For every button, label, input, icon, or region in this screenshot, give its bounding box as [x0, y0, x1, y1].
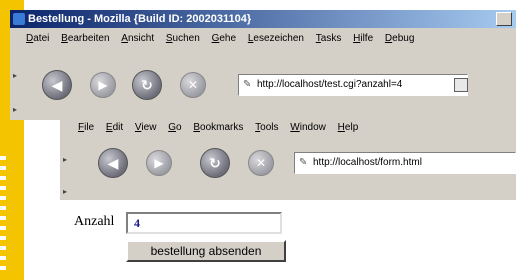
menu-bearbeiten[interactable]: Bearbeiten	[61, 33, 109, 44]
accent-dash	[0, 166, 6, 170]
menu-help[interactable]: Help	[338, 122, 359, 133]
menu-edit[interactable]: Edit	[106, 122, 123, 133]
inner-navigation-toolbar: ▸ ◀ ▶ ↻ ✕ ✎ http://localhost/form.html	[60, 138, 516, 190]
inner-toolbar-grip-icon[interactable]: ▸	[60, 154, 70, 166]
menu-bookmarks[interactable]: Bookmarks	[193, 122, 243, 133]
anzahl-input[interactable]: 4	[126, 212, 282, 234]
accent-dash	[0, 176, 6, 180]
menu-datei[interactable]: Datei	[26, 33, 49, 44]
menu-tasks[interactable]: Tasks	[316, 33, 342, 44]
accent-dash	[0, 226, 6, 230]
outer-navigation-toolbar: ▸ ◀ ▶ ↻ ✕ ✎ http://localhost/test.cgi?an…	[10, 52, 516, 112]
menu-suchen[interactable]: Suchen	[166, 33, 200, 44]
accent-dash	[0, 246, 6, 250]
inner-browser-window: File Edit View Go Bookmarks Tools Window…	[60, 120, 516, 272]
outer-url-text: http://localhost/test.cgi?anzahl=4	[257, 79, 403, 90]
menu-gehe[interactable]: Gehe	[212, 33, 236, 44]
accent-dash	[0, 186, 6, 190]
page-content: Anzahl 4 bestellung absenden	[60, 200, 516, 272]
accent-dash	[0, 196, 6, 200]
menu-file[interactable]: File	[78, 122, 94, 133]
outer-menubar: Datei Bearbeiten Ansicht Suchen Gehe Les…	[26, 33, 516, 51]
submit-order-button[interactable]: bestellung absenden	[126, 240, 286, 262]
menu-debug[interactable]: Debug	[385, 33, 414, 44]
inner-url-text: http://localhost/form.html	[313, 157, 422, 168]
inner-sidebar-grip-icon[interactable]: ▸	[60, 186, 70, 198]
back-button[interactable]: ◀	[42, 70, 72, 100]
stop-button[interactable]: ✕	[180, 72, 206, 98]
outer-browser-window: Bestellung - Mozilla {Build ID: 20020311…	[10, 10, 516, 120]
outer-sidebar-grip-icon[interactable]: ▸	[10, 104, 20, 116]
reload-button[interactable]: ↻	[132, 70, 162, 100]
outer-titlebar: Bestellung - Mozilla {Build ID: 20020311…	[10, 10, 516, 28]
toolbar-grip-icon[interactable]: ▸	[10, 70, 20, 82]
inner-stop-button[interactable]: ✕	[248, 150, 274, 176]
accent-dash	[0, 266, 6, 270]
menu-ansicht[interactable]: Ansicht	[121, 33, 154, 44]
menu-lesezeichen[interactable]: Lesezeichen	[248, 33, 304, 44]
inner-url-field[interactable]: ✎ http://localhost/form.html	[294, 152, 516, 174]
accent-dash	[0, 216, 6, 220]
pencil-icon: ✎	[243, 79, 252, 90]
minimize-button[interactable]	[496, 12, 512, 26]
accent-dash	[0, 156, 6, 160]
outer-url-field[interactable]: ✎ http://localhost/test.cgi?anzahl=4	[238, 74, 468, 96]
inner-reload-button[interactable]: ↻	[200, 148, 230, 178]
inner-back-button[interactable]: ◀	[98, 148, 128, 178]
menu-view[interactable]: View	[135, 122, 157, 133]
mozilla-icon[interactable]	[13, 13, 25, 25]
anzahl-label: Anzahl	[74, 214, 115, 229]
accent-dash	[0, 236, 6, 240]
pencil-icon: ✎	[299, 157, 308, 168]
menu-go[interactable]: Go	[168, 122, 181, 133]
accent-dash	[0, 206, 6, 210]
menu-window[interactable]: Window	[290, 122, 326, 133]
menu-hilfe[interactable]: Hilfe	[353, 33, 373, 44]
go-dropdown-button[interactable]	[454, 78, 468, 92]
accent-dash	[0, 256, 6, 260]
forward-button[interactable]: ▶	[90, 72, 116, 98]
menu-tools[interactable]: Tools	[255, 122, 278, 133]
outer-window-title: Bestellung - Mozilla {Build ID: 20020311…	[28, 13, 252, 25]
inner-forward-button[interactable]: ▶	[146, 150, 172, 176]
